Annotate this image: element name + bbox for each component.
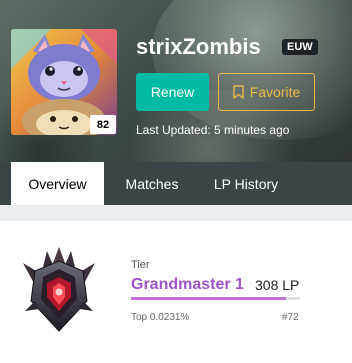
last-updated-text: Last Updated: 5 minutes ago xyxy=(136,123,290,137)
profile-tabs: Overview Matches LP History xyxy=(0,162,352,205)
tab-matches[interactable]: Matches xyxy=(112,162,192,205)
renew-button[interactable]: Renew xyxy=(136,73,209,111)
profile-header: 82 strixZombis EUW Renew Favorite Last U… xyxy=(0,0,352,162)
favorite-label: Favorite xyxy=(249,84,301,100)
tier-card: Tier Grandmaster 1 308 LP Top 0.0231% #7… xyxy=(0,221,352,363)
bookmark-icon xyxy=(233,85,244,99)
level-badge: 82 xyxy=(90,115,116,134)
tier-name: Grandmaster 1 xyxy=(131,276,244,293)
tab-overview[interactable]: Overview xyxy=(11,162,104,205)
grandmaster-emblem-icon xyxy=(13,245,105,335)
summoner-name: strixZombis xyxy=(136,34,261,59)
lp-progress-fill xyxy=(131,297,287,300)
tier-label: Tier xyxy=(131,259,150,271)
ladder-rank: #72 xyxy=(282,312,299,323)
favorite-button[interactable]: Favorite xyxy=(218,73,315,111)
lp-progress-bar xyxy=(131,297,300,300)
league-points: 308 LP xyxy=(255,277,300,293)
region-badge: EUW xyxy=(282,39,318,55)
top-percentile: Top 0.0231% xyxy=(131,312,190,323)
tab-lp-history[interactable]: LP History xyxy=(202,162,290,205)
